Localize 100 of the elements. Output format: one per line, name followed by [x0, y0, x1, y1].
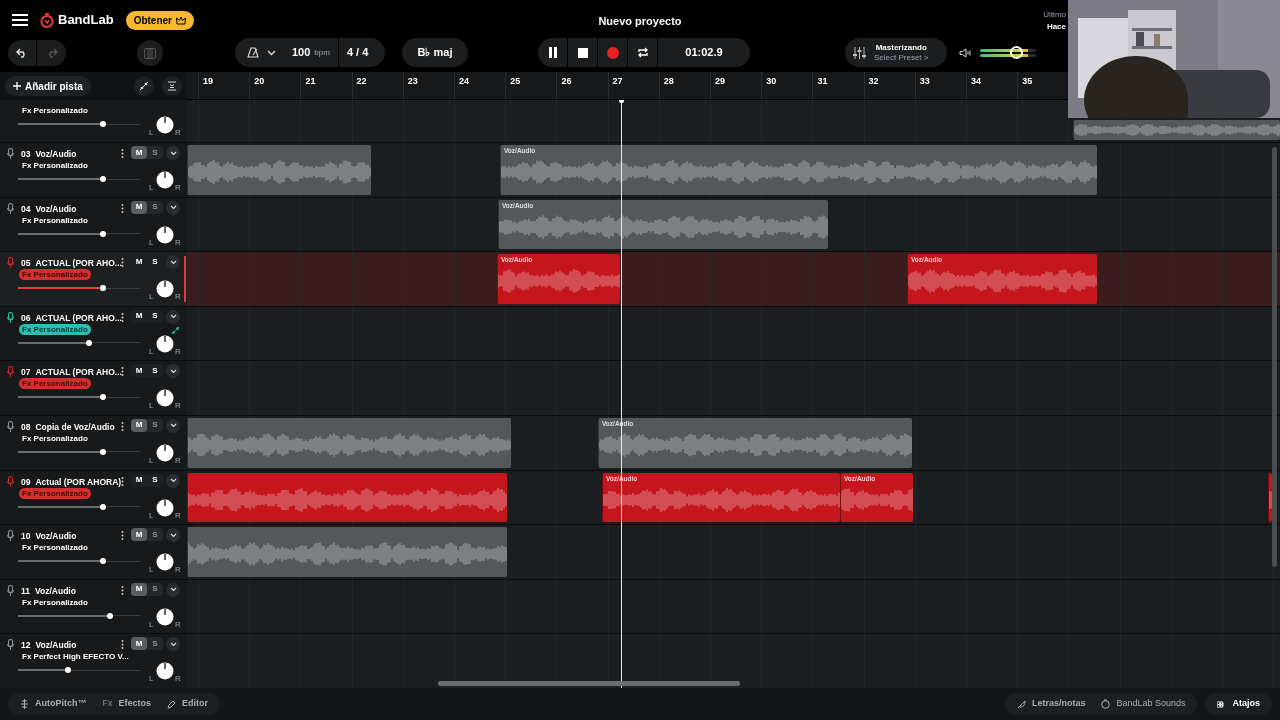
microphone-icon[interactable]: [7, 639, 14, 651]
volume-slider[interactable]: [18, 448, 140, 455]
expand-button[interactable]: [166, 364, 180, 379]
volume-handle[interactable]: [100, 121, 107, 127]
add-track-button[interactable]: Añadir pista: [5, 76, 91, 96]
pan-knob[interactable]: [156, 280, 174, 299]
pan-knob[interactable]: [156, 171, 174, 189]
effect-tag[interactable]: Fx Personalizado: [19, 323, 91, 335]
more-icon[interactable]: [121, 203, 124, 213]
expand-button[interactable]: [166, 200, 180, 215]
volume-handle[interactable]: [85, 339, 92, 346]
expand-button[interactable]: [166, 637, 180, 652]
effect-tag[interactable]: Fx Personalizado: [19, 160, 91, 171]
menu-icon[interactable]: [12, 13, 28, 27]
microphone-icon[interactable]: [7, 311, 14, 323]
bandlab-logo[interactable]: BandLab: [40, 10, 114, 30]
expand-button[interactable]: [166, 528, 180, 543]
time-signature-button[interactable]: 4 / 4: [338, 44, 377, 61]
track-view-button[interactable]: [162, 76, 182, 96]
solo-button[interactable]: S: [147, 146, 163, 159]
microphone-icon[interactable]: [7, 420, 14, 432]
mute-button[interactable]: M: [131, 528, 147, 542]
solo-button[interactable]: S: [147, 255, 163, 269]
mute-button[interactable]: M: [131, 146, 147, 159]
speaker-icon[interactable]: [959, 48, 971, 58]
volume-slider[interactable]: [18, 339, 140, 346]
volume-slider[interactable]: [18, 394, 140, 401]
piano-button[interactable]: [137, 40, 163, 66]
solo-button[interactable]: S: [147, 364, 163, 378]
solo-button[interactable]: S: [147, 200, 163, 214]
more-icon[interactable]: [121, 149, 124, 158]
effect-tag[interactable]: Fx Perfect High EFECTO V...: [19, 651, 132, 663]
horizontal-scrollbar[interactable]: [438, 681, 740, 686]
more-icon[interactable]: [121, 312, 124, 322]
pan-knob[interactable]: [156, 662, 174, 681]
microphone-icon[interactable]: [7, 530, 14, 542]
track-header[interactable]: 11 Voz/Audio M S Fx Personalizado L R: [0, 579, 187, 634]
solo-button[interactable]: S: [147, 309, 163, 323]
audio-clip[interactable]: [187, 527, 507, 577]
track-header[interactable]: 05 ACTUAL (POR AHO... M S Fx Personalizado L R: [0, 252, 187, 306]
expand-button[interactable]: [166, 473, 180, 488]
pan-knob[interactable]: [156, 116, 174, 134]
effect-tag[interactable]: Fx Personalizado: [19, 542, 91, 554]
volume-handle[interactable]: [106, 612, 113, 619]
volume-handle[interactable]: [100, 448, 107, 455]
mastering-button[interactable]: Masterizando Select Preset >: [845, 38, 947, 67]
sounds-button[interactable]: BandLab Sounds: [1101, 697, 1186, 711]
microphone-icon[interactable]: [7, 202, 14, 214]
track-header[interactable]: Fx Personalizado L R: [0, 100, 187, 142]
track-header[interactable]: 04 Voz/Audio M S Fx Personalizado L R: [0, 197, 187, 252]
mute-button[interactable]: M: [131, 637, 147, 651]
track-header[interactable]: 12 Voz/Audio M S Fx Perfect High EFECTO V... L R: [0, 634, 187, 688]
master-volume-slider[interactable]: [980, 46, 1036, 60]
track-header[interactable]: 06 ACTUAL (POR AHO... M S Fx Personalizado L R: [0, 306, 187, 361]
mute-button[interactable]: M: [131, 418, 147, 432]
volume-handle[interactable]: [100, 176, 107, 182]
more-icon[interactable]: [121, 476, 124, 486]
microphone-icon[interactable]: [7, 366, 14, 378]
fx-button[interactable]: Fx Efectos: [102, 697, 151, 711]
pan-knob[interactable]: [156, 225, 174, 244]
volume-slider[interactable]: [18, 285, 140, 292]
tempo-field[interactable]: 100 bpm: [284, 38, 339, 67]
automation-button[interactable]: [134, 76, 154, 96]
solo-button[interactable]: S: [147, 637, 163, 651]
vertical-scrollbar[interactable]: [1272, 147, 1277, 567]
pan-knob[interactable]: [156, 553, 174, 572]
expand-button[interactable]: [166, 309, 180, 324]
mute-button[interactable]: M: [131, 582, 147, 596]
volume-slider[interactable]: [18, 667, 140, 674]
pan-knob[interactable]: [156, 498, 174, 517]
audio-clip[interactable]: [187, 417, 511, 468]
lyrics-button[interactable]: Letras/notas: [1016, 697, 1086, 711]
track-header[interactable]: 08 Copia de Voz/Audio M S Fx Personalizado L R: [0, 415, 187, 470]
more-icon[interactable]: [121, 258, 124, 268]
volume-handle[interactable]: [1010, 46, 1024, 59]
timeline-ruler[interactable]: 19 20 21 22 23 24 25 26 27 28 29 30 31 32 33 34 35: [187, 72, 1068, 100]
volume-handle[interactable]: [100, 394, 107, 401]
mute-button[interactable]: M: [131, 309, 147, 323]
volume-slider[interactable]: [18, 612, 140, 619]
volume-handle[interactable]: [100, 503, 107, 510]
solo-button[interactable]: S: [147, 582, 163, 596]
pan-knob[interactable]: [156, 389, 174, 408]
microphone-icon[interactable]: [7, 475, 14, 487]
solo-button[interactable]: S: [147, 418, 163, 432]
expand-button[interactable]: [166, 255, 180, 270]
volume-slider[interactable]: [18, 230, 140, 237]
volume-slider[interactable]: [18, 558, 140, 565]
effect-tag[interactable]: Fx Personalizado: [19, 214, 91, 226]
volume-handle[interactable]: [100, 230, 107, 237]
more-icon[interactable]: [121, 367, 124, 377]
mute-button[interactable]: M: [131, 255, 147, 269]
upgrade-button[interactable]: Obtener: [125, 10, 194, 30]
microphone-icon[interactable]: [7, 148, 14, 159]
editor-button[interactable]: Editor: [167, 697, 208, 711]
volume-handle[interactable]: [100, 558, 107, 565]
audio-clip[interactable]: [187, 472, 507, 523]
solo-button[interactable]: S: [147, 473, 163, 487]
mute-button[interactable]: M: [131, 200, 147, 214]
expand-button[interactable]: [166, 582, 180, 597]
effect-tag[interactable]: Fx Personalizado: [19, 596, 91, 608]
